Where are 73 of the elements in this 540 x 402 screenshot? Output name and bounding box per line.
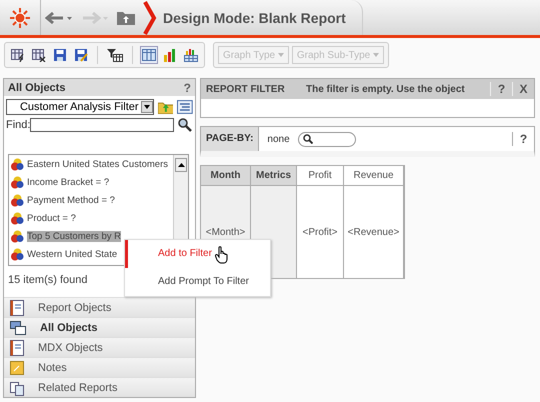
object-item[interactable]: Income Bracket = ? bbox=[9, 173, 173, 192]
options-icon[interactable] bbox=[177, 100, 193, 114]
search-icon bbox=[302, 134, 313, 144]
sun-logo-icon bbox=[9, 6, 31, 28]
caret-icon bbox=[373, 52, 380, 57]
filter-object-icon bbox=[11, 230, 24, 243]
toolbar-button[interactable] bbox=[105, 46, 125, 64]
filter-object-icon bbox=[11, 248, 24, 261]
bar-chart-icon bbox=[163, 48, 177, 62]
note-icon bbox=[10, 360, 24, 374]
save-as-icon bbox=[74, 48, 88, 62]
folder-icon bbox=[117, 10, 135, 25]
toolbar-button[interactable] bbox=[51, 46, 69, 64]
toolbar-button[interactable] bbox=[30, 46, 48, 64]
panel-title: REPORT FILTER bbox=[206, 84, 286, 94]
page-title: Design Mode: Blank Report bbox=[163, 10, 346, 26]
folder-up-icon[interactable] bbox=[158, 100, 174, 114]
column-header[interactable]: Metrics bbox=[251, 166, 297, 186]
object-label: Top 5 Customers by R bbox=[27, 230, 121, 242]
object-label: Eastern United States Customers bbox=[27, 158, 168, 170]
panel-tab[interactable]: Report Objects bbox=[4, 297, 195, 317]
grid-view-icon bbox=[142, 48, 156, 62]
scroll-up-icon bbox=[178, 163, 184, 168]
page-by-label: PAGE-BY: bbox=[201, 127, 260, 151]
object-item[interactable]: Eastern United States Customers bbox=[9, 155, 173, 174]
help-button[interactable]: ? bbox=[512, 132, 534, 146]
search-icon[interactable] bbox=[178, 118, 192, 132]
save-icon bbox=[53, 48, 67, 62]
windows-icon bbox=[10, 320, 26, 334]
filter-message: The filter is empty. Use the object bbox=[306, 84, 466, 94]
filter-object-icon bbox=[11, 176, 24, 189]
grid-lightning-icon bbox=[11, 48, 25, 62]
caret-icon bbox=[144, 105, 150, 110]
find-field[interactable] bbox=[30, 118, 174, 132]
panel-tab[interactable]: Notes bbox=[4, 357, 195, 377]
object-item[interactable]: Payment Method = ? bbox=[9, 191, 173, 210]
filter-object-icon bbox=[11, 212, 24, 225]
help-button[interactable]: ? bbox=[490, 82, 512, 96]
toolbar-button[interactable] bbox=[72, 46, 90, 64]
grid-cell: <Profit> bbox=[297, 186, 344, 278]
help-button[interactable]: ? bbox=[184, 80, 191, 95]
document-icon bbox=[10, 340, 24, 356]
chevron-icon bbox=[143, 0, 157, 34]
filter-grid-icon bbox=[107, 48, 123, 62]
object-label: Income Bracket = ? bbox=[27, 176, 110, 188]
folder-dropdown[interactable]: Customer Analysis Filter bbox=[6, 99, 154, 116]
find-label: Find: bbox=[6, 119, 30, 132]
column-header[interactable]: Month bbox=[201, 166, 251, 186]
hand-cursor-icon bbox=[215, 246, 229, 264]
object-label: Payment Method = ? bbox=[27, 194, 115, 206]
chart-grid-icon bbox=[184, 48, 198, 62]
object-item[interactable]: Product = ? bbox=[9, 209, 173, 228]
filter-object-icon bbox=[11, 158, 24, 171]
search-field[interactable] bbox=[298, 132, 356, 146]
panel-tab[interactable]: Related Reports bbox=[4, 377, 195, 397]
forward-arrow-icon bbox=[81, 10, 109, 24]
panel-title: All Objects bbox=[8, 82, 66, 94]
back-arrow-icon bbox=[45, 10, 73, 24]
object-label: Product = ? bbox=[27, 212, 76, 224]
filter-object-icon bbox=[11, 194, 24, 207]
panel-tab[interactable]: All Objects bbox=[4, 317, 195, 337]
document-icon bbox=[10, 300, 24, 316]
item-count: 15 item(s) found bbox=[8, 274, 88, 288]
object-label: Western United State bbox=[27, 248, 118, 260]
caret-icon bbox=[278, 52, 284, 57]
grid-delete-icon bbox=[32, 48, 46, 62]
column-header[interactable]: Profit bbox=[297, 166, 344, 186]
close-button[interactable]: X bbox=[512, 82, 534, 96]
panel-tab[interactable]: MDX Objects bbox=[4, 337, 195, 357]
grid-cell: <Revenue> bbox=[344, 186, 404, 278]
page-by-value: none bbox=[266, 134, 291, 144]
column-header[interactable]: Revenue bbox=[344, 166, 404, 186]
pages-icon bbox=[10, 380, 24, 396]
